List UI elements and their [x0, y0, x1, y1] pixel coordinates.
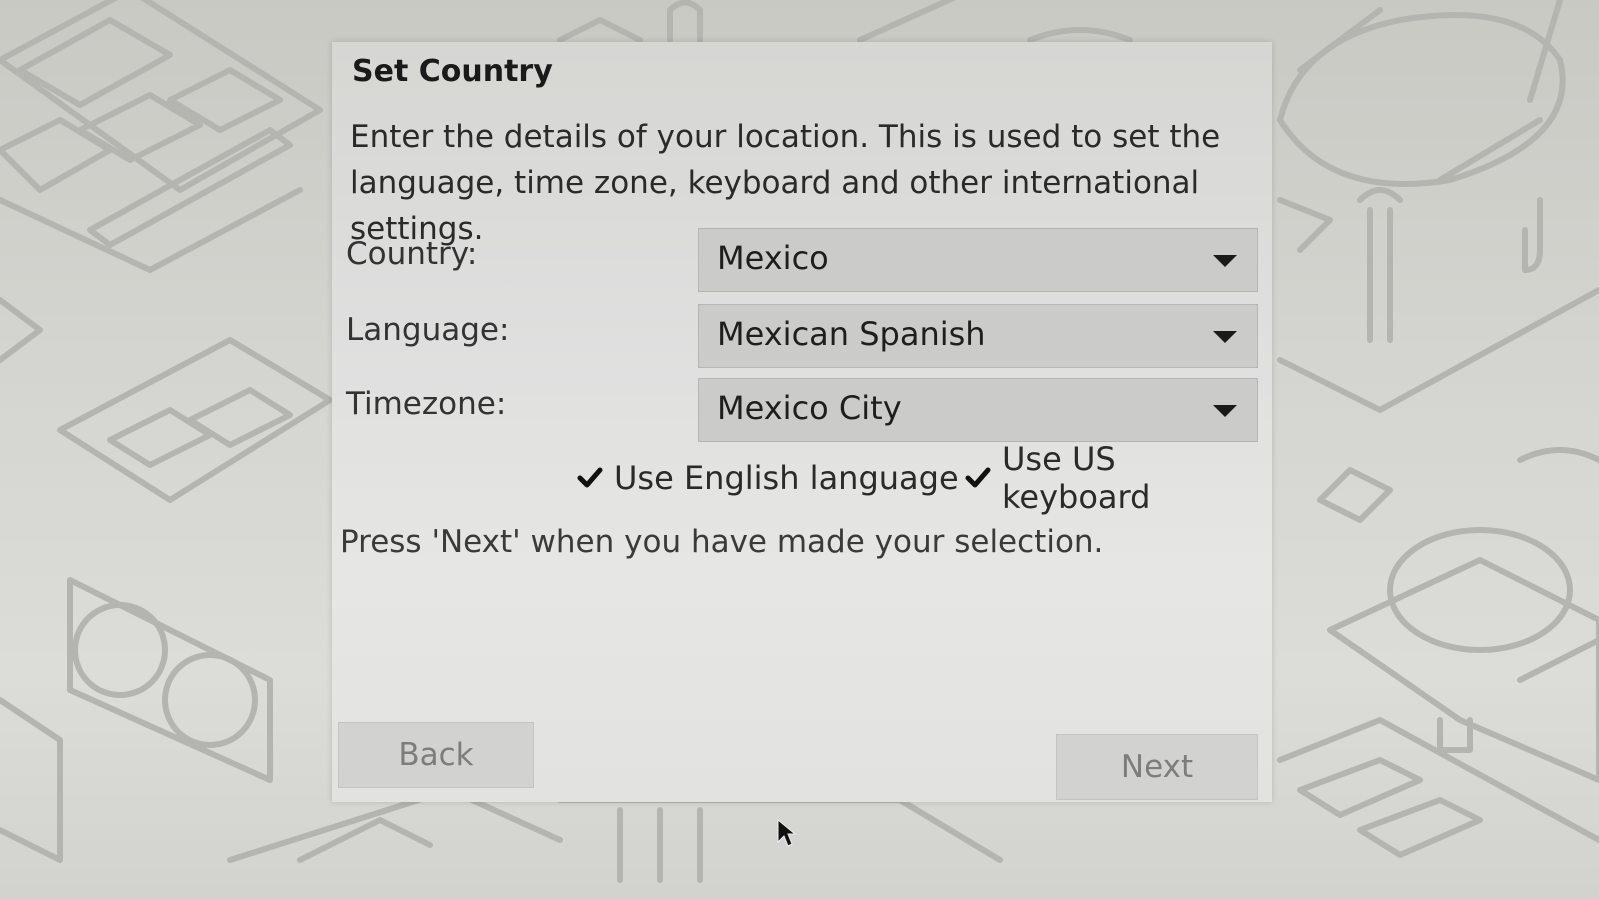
chevron-down-icon — [1213, 255, 1237, 267]
use-english-label: Use English language — [614, 459, 959, 497]
timezone-label: Timezone: — [346, 386, 507, 422]
chevron-down-icon — [1213, 331, 1237, 343]
next-button[interactable]: Next — [1056, 734, 1258, 800]
back-button[interactable]: Back — [338, 722, 534, 788]
language-dropdown[interactable]: Mexican Spanish — [698, 304, 1258, 368]
chevron-down-icon — [1213, 405, 1237, 417]
language-label: Language: — [346, 312, 510, 348]
checkmark-icon — [964, 464, 992, 492]
timezone-value: Mexico City — [717, 389, 902, 427]
checkmark-icon — [576, 464, 604, 492]
country-dropdown[interactable]: Mexico — [698, 228, 1258, 292]
set-country-dialog: Set Country Enter the details of your lo… — [332, 42, 1272, 802]
country-value: Mexico — [717, 239, 829, 277]
timezone-dropdown[interactable]: Mexico City — [698, 378, 1258, 442]
dialog-title: Set Country — [352, 54, 553, 89]
use-us-keyboard-label: Use US keyboard — [1002, 440, 1151, 516]
language-value: Mexican Spanish — [717, 315, 986, 353]
mouse-pointer-icon — [777, 818, 796, 847]
selection-hint: Press 'Next' when you have made your sel… — [340, 524, 1104, 560]
country-label: Country: — [346, 236, 478, 272]
use-us-keyboard-checkbox[interactable]: Use US keyboard — [964, 440, 1272, 516]
use-english-checkbox[interactable]: Use English language — [576, 456, 959, 500]
